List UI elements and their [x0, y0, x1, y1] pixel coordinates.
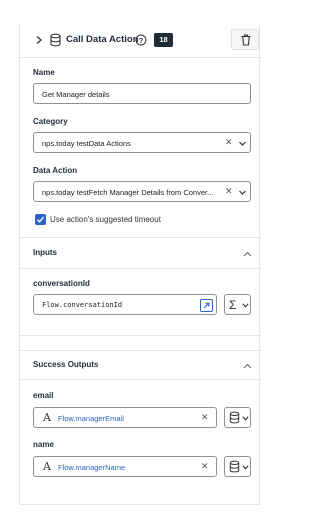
category-value: nps.today testData Actions [42, 139, 131, 148]
clear-data-action-icon[interactable]: ✕ [225, 187, 233, 196]
divider [20, 379, 261, 380]
open-expression-icon[interactable] [200, 299, 213, 312]
name-field[interactable]: Get Manager details [33, 83, 251, 104]
data-action-value: nps.today testFetch Manager Details from… [42, 188, 214, 197]
variable-type-button[interactable] [224, 456, 251, 477]
inputs-section-title: Inputs [33, 248, 57, 257]
help-icon[interactable]: ? [135, 34, 147, 46]
variable-type-button[interactable] [224, 407, 251, 428]
chevron-up-icon[interactable] [243, 251, 252, 257]
panel-header: Call Data Action ? 18 [20, 23, 261, 58]
panel-title: Call Data Action [66, 34, 139, 45]
divider [20, 335, 261, 336]
checkmark-icon [37, 216, 45, 223]
trash-icon [241, 34, 251, 46]
chevron-right-icon[interactable] [34, 35, 44, 45]
chevron-down-icon[interactable] [238, 139, 247, 148]
string-type-icon: A [43, 411, 51, 424]
divider [20, 350, 261, 351]
divider [20, 268, 261, 269]
timeout-checkbox[interactable] [35, 214, 46, 225]
email-output-field[interactable]: A Flow.managerEmail ✕ [33, 407, 217, 428]
input-label-conversationid: conversationId [33, 279, 90, 288]
success-outputs-section-title: Success Outputs [33, 360, 99, 369]
email-output-value: Flow.managerEmail [58, 414, 124, 423]
clear-category-icon[interactable]: ✕ [225, 138, 233, 147]
sigma-icon: Σ [229, 298, 237, 312]
clear-name-icon[interactable]: ✕ [201, 462, 209, 471]
conversationid-input[interactable]: Flow.conversationId [33, 294, 217, 315]
database-icon [50, 33, 61, 47]
data-action-select[interactable]: nps.today testFetch Manager Details from… [33, 181, 251, 202]
name-label: Name [33, 68, 55, 77]
expression-type-button[interactable]: Σ [224, 294, 251, 315]
svg-text:?: ? [139, 36, 144, 45]
name-value: Get Manager details [42, 90, 110, 99]
database-icon [229, 411, 240, 424]
database-icon [229, 460, 240, 473]
step-number-badge: 18 [154, 33, 173, 47]
category-select[interactable]: nps.today testData Actions ✕ [33, 132, 251, 153]
string-type-icon: A [43, 460, 51, 473]
name-output-field[interactable]: A Flow.managerName ✕ [33, 456, 217, 477]
chevron-down-icon [242, 465, 249, 470]
output-label-email: email [33, 391, 54, 400]
clear-email-icon[interactable]: ✕ [201, 413, 209, 422]
name-output-value: Flow.managerName [58, 463, 126, 472]
data-action-label: Data Action [33, 166, 78, 175]
chevron-up-icon[interactable] [243, 363, 252, 369]
category-label: Category [33, 117, 68, 126]
delete-button[interactable] [231, 29, 259, 50]
action-panel: Call Data Action ? 18 Name Get Manager d… [19, 23, 261, 505]
chevron-down-icon [242, 303, 249, 308]
chevron-down-icon[interactable] [238, 188, 247, 197]
chevron-down-icon [242, 416, 249, 421]
conversationid-value: Flow.conversationId [42, 301, 123, 309]
timeout-checkbox-label[interactable]: Use action's suggested timeout [50, 215, 161, 224]
output-label-name: name [33, 440, 54, 449]
divider [20, 237, 261, 238]
